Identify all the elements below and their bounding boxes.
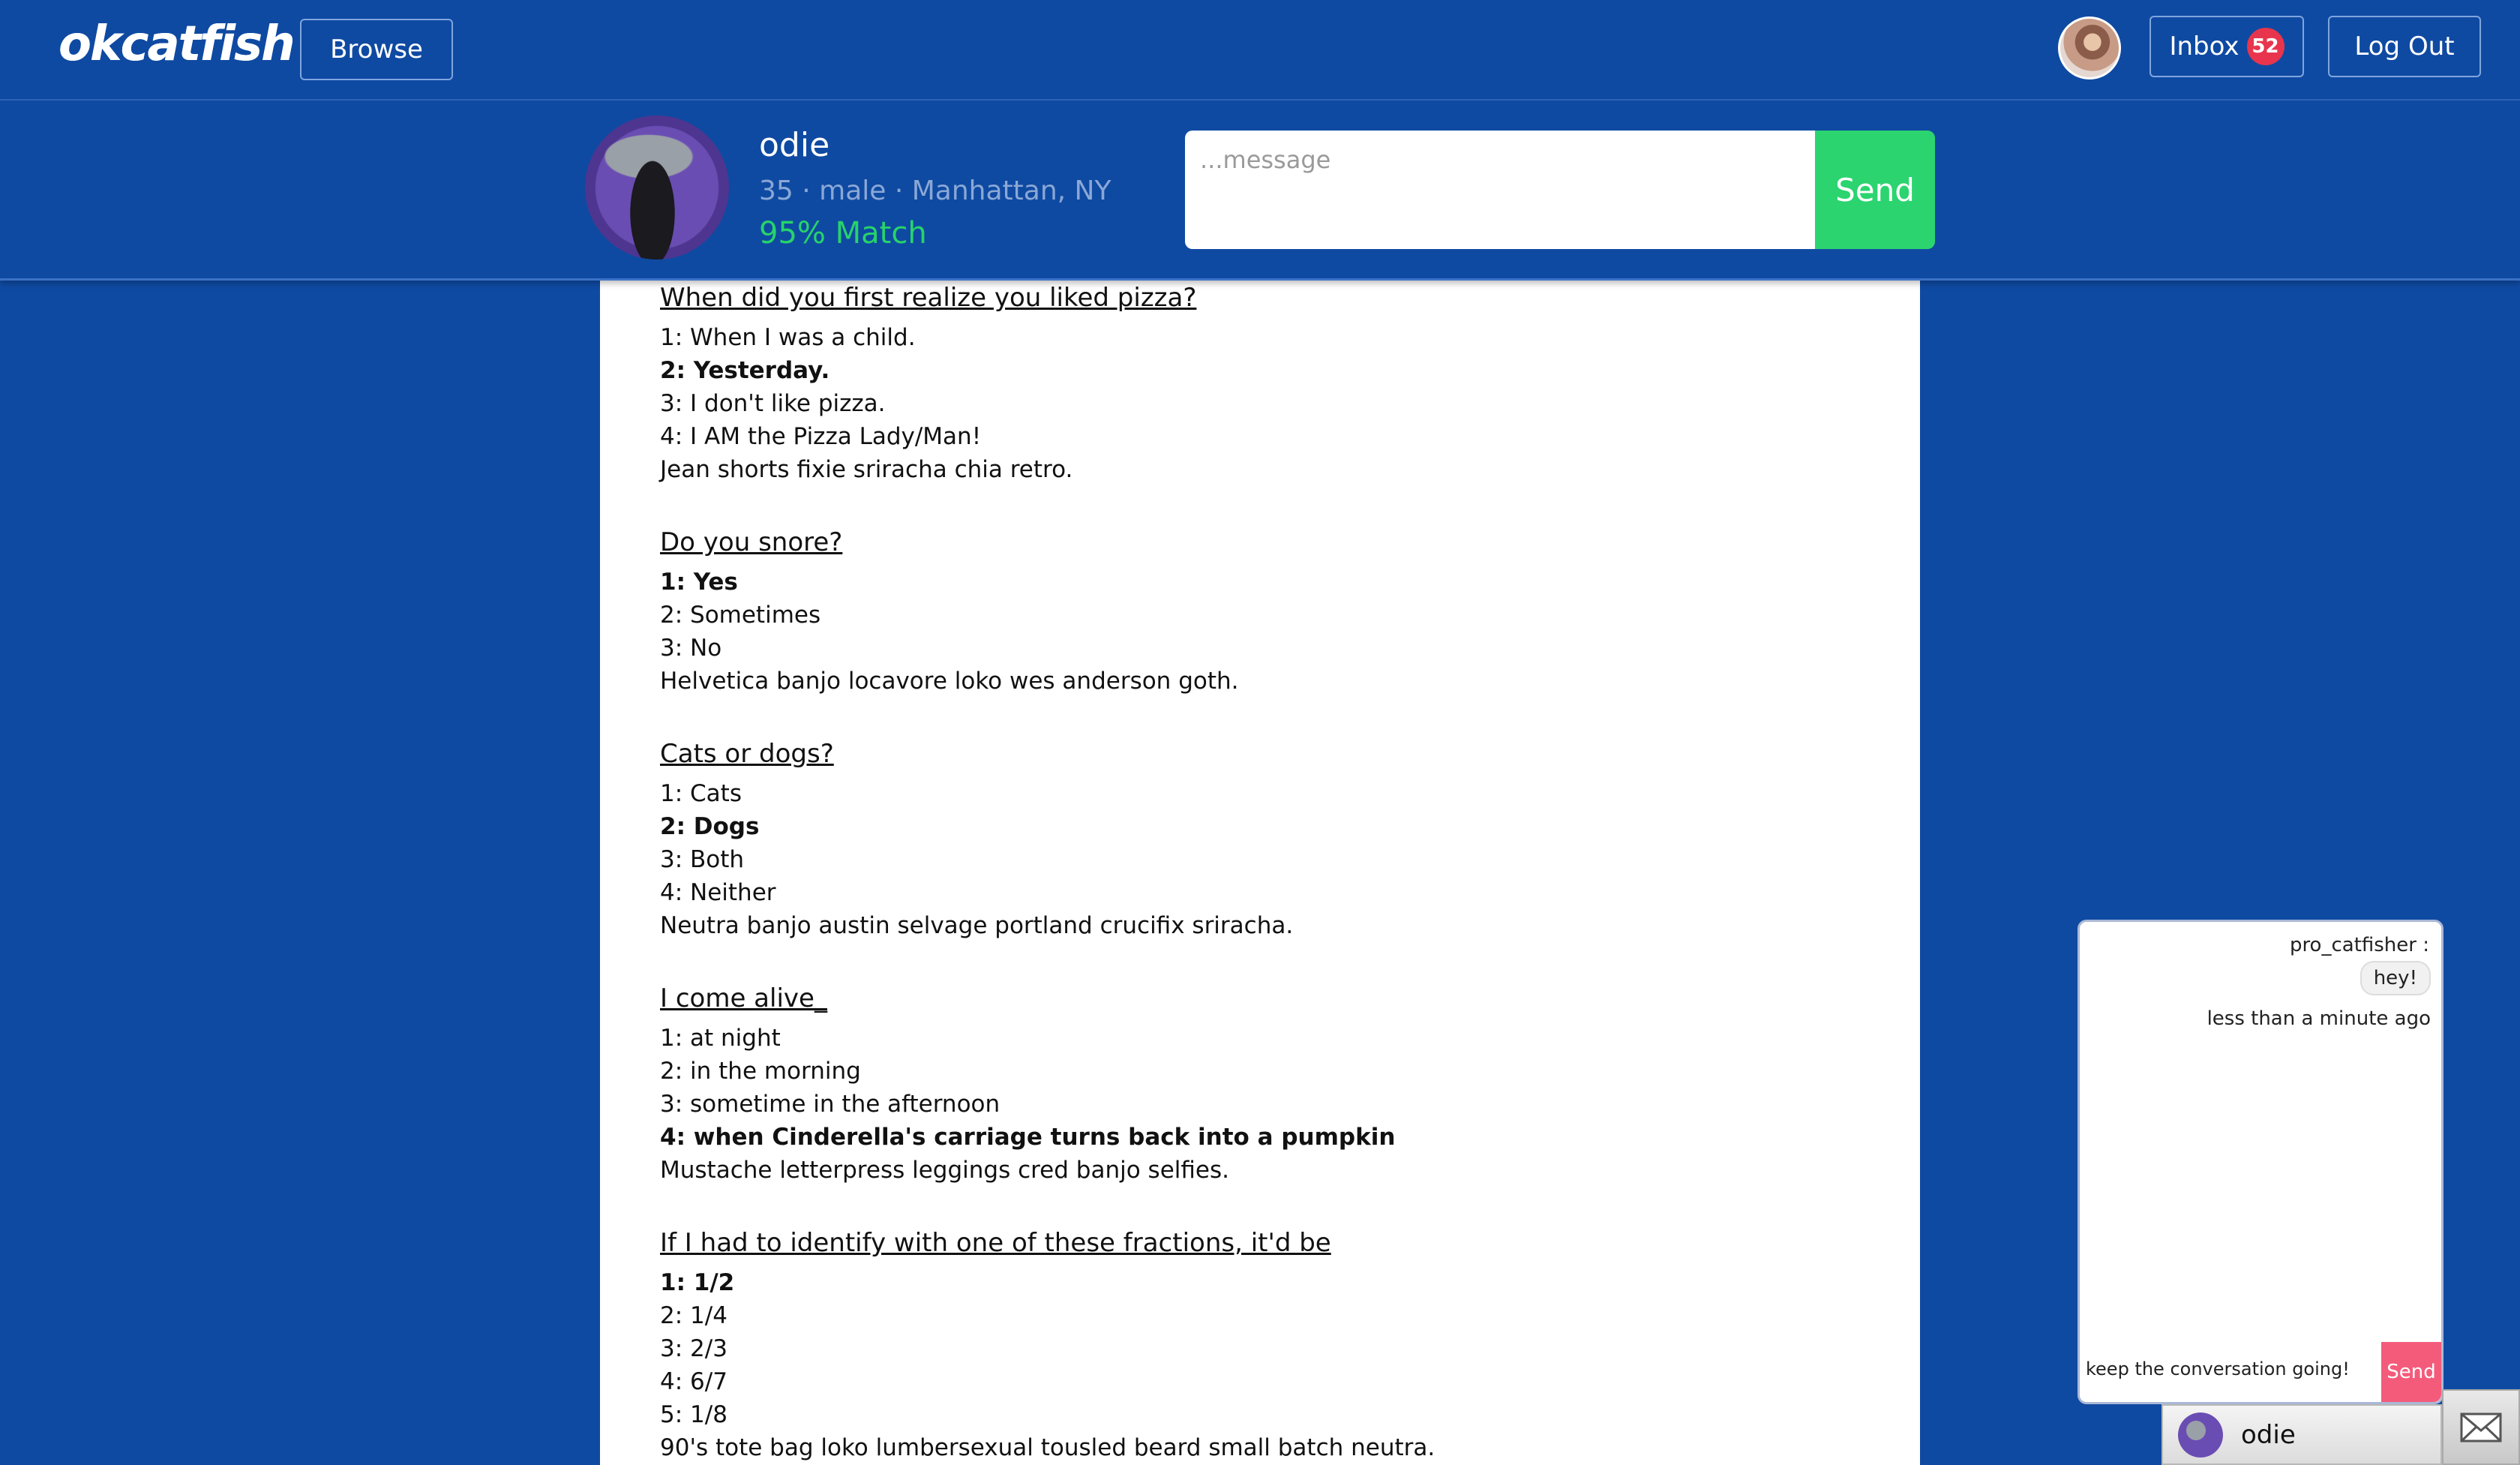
selected-answer: 2: Dogs bbox=[660, 813, 760, 840]
question-title[interactable]: When did you first realize you liked piz… bbox=[660, 281, 1860, 315]
answer-explanation: Neutra banjo austin selvage portland cru… bbox=[660, 912, 1294, 939]
question-title[interactable]: Cats or dogs? bbox=[660, 737, 1860, 771]
chat-tab-name: odie bbox=[2241, 1419, 2296, 1450]
profile-avatar[interactable] bbox=[585, 116, 729, 260]
answer-option: 4: I AM the Pizza Lady/Man! bbox=[660, 423, 982, 450]
inbox-count-badge: 52 bbox=[2246, 28, 2284, 65]
answer-option: 3: Both bbox=[660, 846, 745, 873]
question-block: When did you first realize you liked piz… bbox=[660, 281, 1860, 486]
answer-option: 3: sometime in the afternoon bbox=[660, 1091, 1000, 1118]
profile-header: odie 35 · male · Manhattan, NY 95% Match… bbox=[0, 101, 2520, 281]
answer-option: 1: at night bbox=[660, 1025, 781, 1052]
question-block: If I had to identify with one of these f… bbox=[660, 1226, 1860, 1464]
answer-explanation: Helvetica banjo locavore loko wes anders… bbox=[660, 668, 1239, 695]
profile-details: 35 · male · Manhattan, NY bbox=[759, 176, 1112, 206]
question-block: I come alive_ 1: at night 2: in the mornin… bbox=[660, 981, 1860, 1187]
answer-option: 1: When I was a child. bbox=[660, 324, 916, 351]
question-block: Cats or dogs? 1: Cats 2: Dogs 3: Both 4: Nei… bbox=[660, 737, 1860, 942]
question-title[interactable]: If I had to identify with one of these f… bbox=[660, 1226, 1860, 1260]
question-title[interactable]: I come alive_ bbox=[660, 981, 1860, 1016]
chat-window: pro_catfisher : hey! less than a minute … bbox=[2078, 920, 2444, 1404]
top-nav: okcatfish Browse Inbox 52 Log Out bbox=[0, 0, 2520, 101]
inbox-button[interactable]: Inbox 52 bbox=[2150, 16, 2304, 77]
user-avatar[interactable] bbox=[2058, 17, 2121, 80]
chat-sender: pro_catfisher : bbox=[2289, 934, 2429, 956]
logout-button[interactable]: Log Out bbox=[2328, 16, 2481, 77]
answer-option: 3: No bbox=[660, 635, 722, 662]
profile-name: odie bbox=[759, 126, 830, 164]
answer-explanation: Mustache letterpress leggings cred banjo… bbox=[660, 1157, 1229, 1184]
answer-option: 3: 2/3 bbox=[660, 1335, 728, 1362]
browse-button[interactable]: Browse bbox=[300, 19, 453, 80]
answer-option: 2: Sometimes bbox=[660, 602, 821, 629]
message-input[interactable]: ...message bbox=[1185, 131, 1815, 249]
inbox-label: Inbox bbox=[2169, 32, 2240, 62]
selected-answer: 2: Yesterday. bbox=[660, 357, 830, 384]
chat-input[interactable]: keep the conversation going! bbox=[2086, 1358, 2356, 1379]
selected-answer: 1: Yes bbox=[660, 569, 738, 596]
send-message-button[interactable]: Send bbox=[1815, 131, 1935, 249]
answer-option: 4: 6/7 bbox=[660, 1368, 728, 1395]
mail-icon bbox=[2460, 1412, 2502, 1442]
answer-option: 1: Cats bbox=[660, 780, 742, 807]
answer-explanation: Jean shorts fixie sriracha chia retro. bbox=[660, 456, 1073, 483]
answer-option: 4: Neither bbox=[660, 879, 776, 906]
chat-message-bubble: hey! bbox=[2360, 961, 2431, 995]
chat-tab-odie[interactable]: odie bbox=[2162, 1404, 2442, 1465]
answer-option: 3: I don't like pizza. bbox=[660, 390, 886, 417]
logo[interactable]: okcatfish bbox=[58, 17, 296, 72]
match-percentage: 95% Match bbox=[759, 216, 927, 251]
chat-timestamp: less than a minute ago bbox=[2206, 1007, 2431, 1030]
questions-panel: When did you first realize you liked piz… bbox=[600, 281, 1920, 1465]
answer-option: 2: in the morning bbox=[660, 1058, 861, 1085]
mail-button[interactable] bbox=[2442, 1389, 2520, 1465]
selected-answer: 4: when Cinderella's carriage turns back… bbox=[660, 1124, 1396, 1151]
question-block: Do you snore? 1: Yes 2: Sometimes 3: No Helv… bbox=[660, 525, 1860, 698]
chat-tab-avatar bbox=[2178, 1412, 2223, 1457]
answer-explanation: 90's tote bag loko lumbersexual tousled … bbox=[660, 1434, 1436, 1461]
answer-option: 5: 1/8 bbox=[660, 1401, 728, 1428]
answer-option: 2: 1/4 bbox=[660, 1302, 728, 1329]
selected-answer: 1: 1/2 bbox=[660, 1269, 735, 1296]
question-title[interactable]: Do you snore? bbox=[660, 525, 1860, 560]
chat-send-button[interactable]: Send bbox=[2381, 1342, 2441, 1402]
